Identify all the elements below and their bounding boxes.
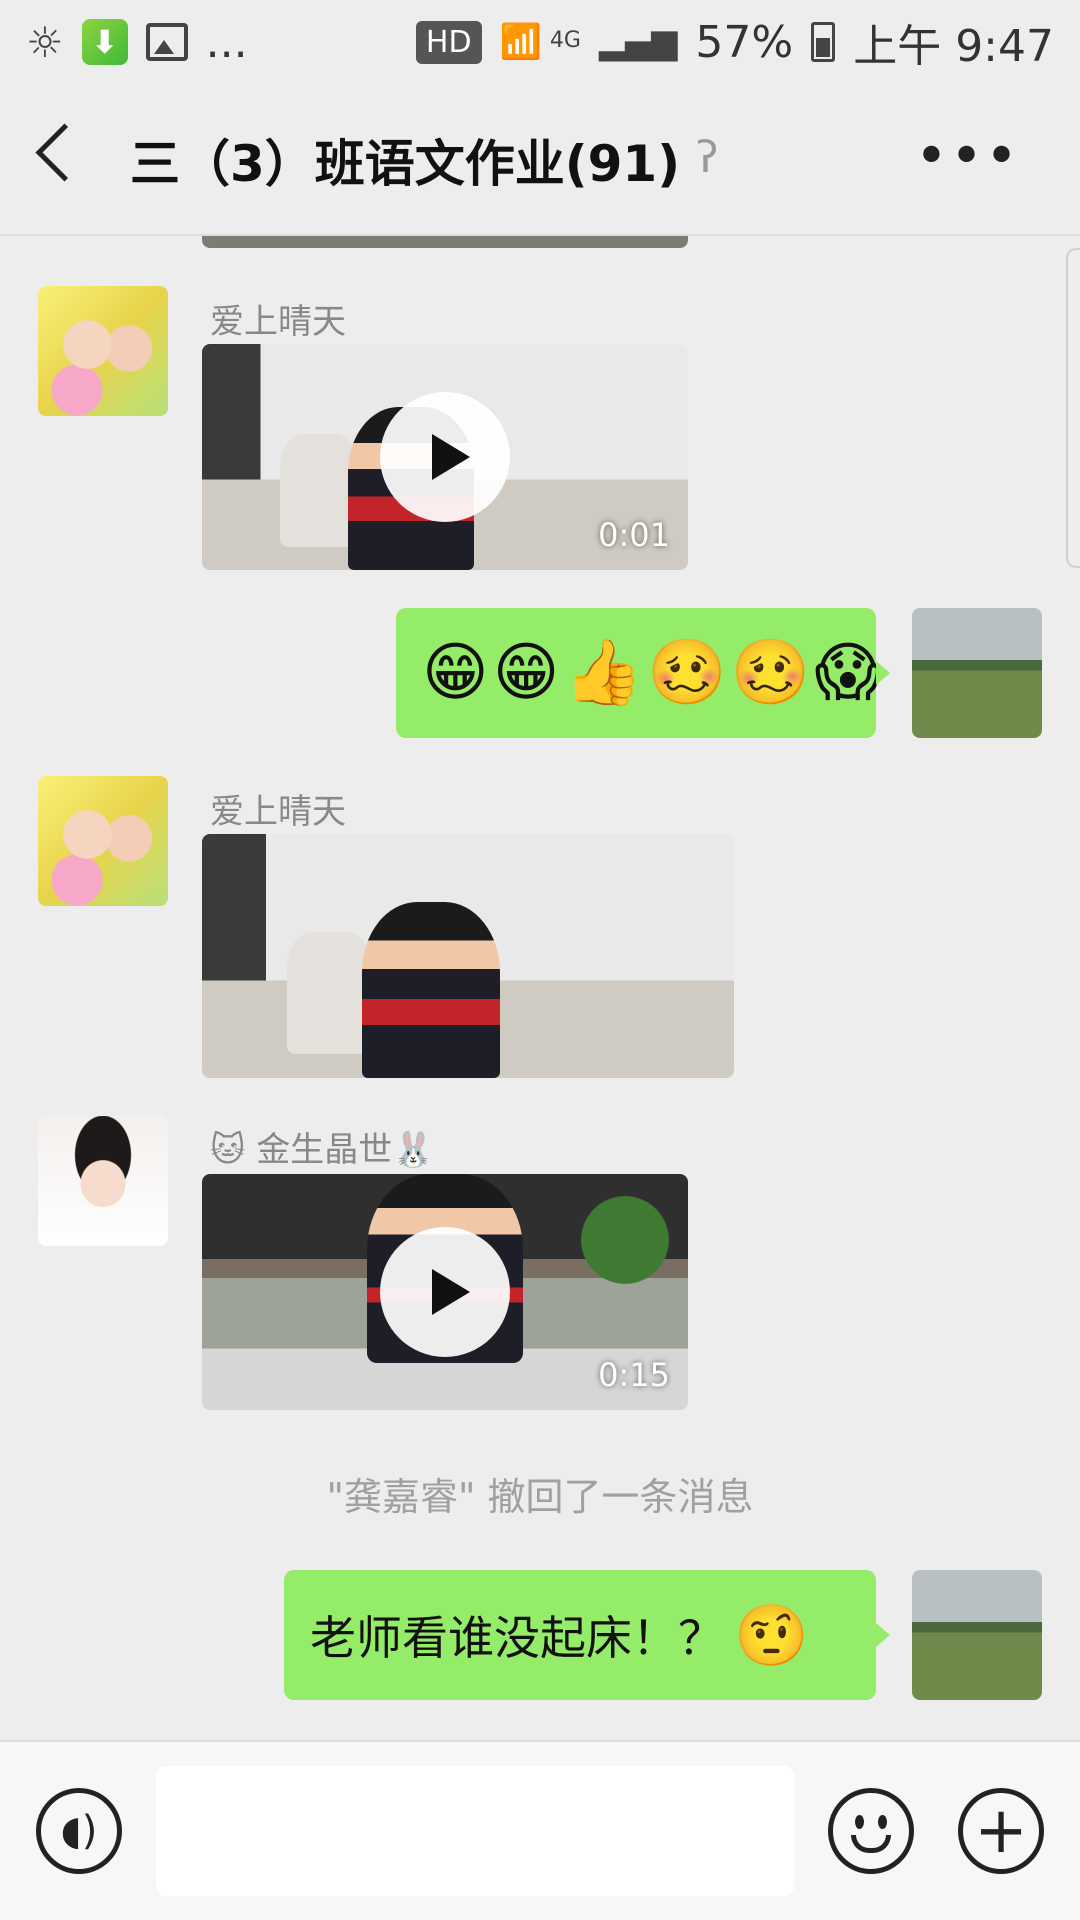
scrollbar[interactable] <box>1066 248 1080 568</box>
chat-title: 三（3）班语文作业(91) <box>130 135 681 193</box>
self-avatar[interactable] <box>912 1570 1042 1700</box>
emoji-eye-left <box>855 1815 864 1829</box>
sender-name: 爱上晴天 <box>210 302 346 342</box>
video-message[interactable]: 0:15 <box>202 1174 688 1410</box>
input-bar: ◖) + <box>0 1740 1080 1920</box>
plus-icon[interactable]: + <box>958 1788 1044 1874</box>
video-message[interactable]: 0:01 <box>202 344 688 570</box>
status-left: ☼ ⬇ ... <box>26 17 248 68</box>
status-right: HD 📶 4G ▂▄▆ 57% 上午 9:47 <box>415 10 1054 74</box>
status-bar: ☼ ⬇ ... HD 📶 4G ▂▄▆ 57% 上午 9:47 <box>0 0 1080 84</box>
avatar[interactable] <box>38 1116 168 1246</box>
emoji-raised-eyebrow: 🤨 <box>734 1600 809 1671</box>
more-dots-icon[interactable]: ••• <box>915 124 1020 189</box>
download-icon: ⬇ <box>81 19 128 65</box>
video-duration: 0:15 <box>598 1356 670 1394</box>
more-notifications: ... <box>205 16 248 68</box>
emoji-mouth <box>851 1835 891 1853</box>
chat-header: 三（3）班语文作业(91) ʔ ••• <box>0 84 1080 236</box>
back-icon[interactable] <box>35 123 94 182</box>
voice-icon[interactable]: ◖) <box>36 1788 122 1874</box>
video-thumbnail-chair <box>287 931 373 1054</box>
video-duration: 0:01 <box>598 516 670 554</box>
chat-area[interactable]: 爱上晴天 0:01 😁 😁 👍 🥴 🥴 😱 爱上晴天 🐱 金生晶世🐰 0:15 … <box>0 236 1080 1740</box>
emoji-grin: 😁 <box>422 636 489 710</box>
video-thumbnail-plant <box>581 1174 669 1340</box>
emoji-scream: 😱 <box>814 636 882 710</box>
clock: 上午 9:47 <box>853 21 1054 72</box>
self-avatar[interactable] <box>912 608 1042 738</box>
avatar[interactable] <box>38 776 168 906</box>
emoji-dizzy: 🥴 <box>730 636 811 710</box>
battery-percent: 57% <box>695 16 794 68</box>
clipped-previous-message <box>202 236 688 248</box>
emoji-thumbs-up: 👍 <box>563 636 644 710</box>
video-thumbnail-child <box>361 902 500 1078</box>
sender-name: 爱上晴天 <box>210 792 346 832</box>
emoji-eye-right <box>878 1815 887 1829</box>
ear-icon: ʔ <box>696 132 719 183</box>
message-content: 老师看谁没起床！？ 🤨 <box>310 1600 809 1671</box>
recall-notice: "龚嘉睿" 撤回了一条消息 <box>326 1475 754 1519</box>
message-input[interactable] <box>156 1766 794 1896</box>
sender-name: 🐱 金生晶世🐰 <box>210 1130 435 1170</box>
avatar[interactable] <box>38 286 168 416</box>
network-label: 4G <box>549 28 581 53</box>
message-text: 老师看谁没起床！？ <box>310 1611 724 1665</box>
emoji-icon[interactable] <box>828 1788 914 1874</box>
sun-icon: ☼ <box>26 17 64 67</box>
emoji-grin: 😁 <box>492 636 560 710</box>
play-icon[interactable] <box>380 392 510 522</box>
image-icon <box>145 23 188 61</box>
video-message[interactable] <box>202 834 734 1078</box>
wifi-icon: 📶 <box>499 22 542 62</box>
message-bubble[interactable]: 😁 😁 👍 🥴 🥴 😱 <box>396 608 890 738</box>
play-icon[interactable] <box>380 1227 510 1357</box>
emoji-dizzy: 🥴 <box>647 636 727 710</box>
hd-badge: HD <box>415 20 482 64</box>
emoji-row: 😁 😁 👍 🥴 🥴 😱 <box>422 641 881 705</box>
message-bubble[interactable]: 老师看谁没起床！？ 🤨 <box>284 1570 890 1700</box>
battery-icon <box>811 22 836 62</box>
video-thumbnail-chair <box>279 434 358 548</box>
signal-icon: ▂▄▆ <box>598 22 678 62</box>
